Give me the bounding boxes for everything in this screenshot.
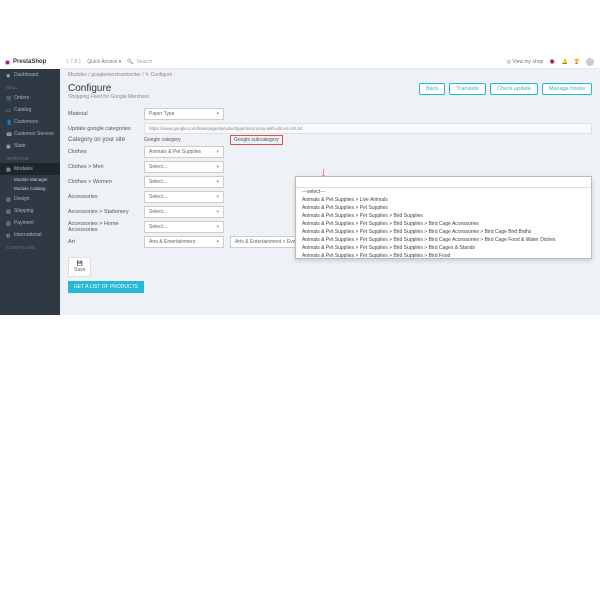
headset-icon: ☎ [6, 132, 11, 137]
breadcrumb: Modules / googlemerchantcenter / ✎ Confi… [60, 69, 600, 81]
label-material: Material [68, 111, 138, 117]
label-update-cats: Update google categories [68, 126, 138, 132]
trophy-icon[interactable]: 🏆 [574, 59, 580, 65]
nav-module-manager[interactable]: Module Manager [0, 175, 60, 184]
select-material[interactable]: Paper Type [144, 108, 224, 120]
brush-icon: ▤ [6, 197, 11, 202]
avatar[interactable] [586, 58, 594, 66]
back-button[interactable]: Back [419, 83, 445, 95]
sel-cwomen[interactable]: Select... [144, 176, 224, 188]
sidebar: PrestaShop ◉Dashboard SELL 🛒Orders ▭Cata… [0, 55, 60, 315]
dropdown-list[interactable]: ---select---Animals & Pet Supplies > Liv… [296, 188, 591, 258]
quick-access[interactable]: Quick Access ▾ [87, 59, 121, 65]
prestashop-icon [4, 59, 11, 66]
globe-icon: ◍ [6, 233, 11, 238]
save-button[interactable]: 💾 Save [68, 257, 91, 277]
tag-icon: ▭ [6, 108, 11, 113]
cat-acc-stationery: Accessories > Stationery [68, 209, 138, 215]
cat-accessories: Accessories [68, 194, 138, 200]
nav-module-catalog[interactable]: Module Catalog [0, 184, 60, 193]
nav-head-configure: CONFIGURE [0, 241, 60, 252]
get-products-button[interactable]: GET A LIST OF PRODUCTS [68, 281, 144, 293]
nav-dashboard[interactable]: ◉Dashboard [0, 69, 60, 81]
search-input[interactable]: 🔍Search [127, 59, 247, 65]
cart-icon: 🛒 [6, 96, 11, 101]
cat-clothes-men: Clothes > Men [68, 164, 138, 170]
dropdown-option[interactable]: Animals & Pet Supplies > Pet Supplies > … [296, 212, 591, 220]
manage-hooks-button[interactable]: Manage hooks [542, 83, 592, 95]
puzzle-icon: ▦ [6, 167, 11, 172]
col-google-category: Google category [144, 137, 224, 143]
sel-art[interactable]: Arts & Entertainment [144, 236, 224, 248]
col-google-subcategory: Google subcategory [230, 135, 283, 145]
view-shop-link[interactable]: ◎ View my shop [506, 59, 543, 65]
dropdown-option[interactable]: ---select--- [296, 188, 591, 196]
nav-intl[interactable]: ◍International [0, 229, 60, 241]
nav-catalog[interactable]: ▭Catalog [0, 104, 60, 116]
nav-stats[interactable]: ▣Stats [0, 140, 60, 152]
nav-head-sell: SELL [0, 81, 60, 92]
sel-acchome[interactable]: Select... [144, 221, 224, 233]
dropdown-option[interactable]: Animals & Pet Supplies > Pet Supplies > … [296, 252, 591, 258]
dropdown-option[interactable]: Animals & Pet Supplies > Pet Supplies > … [296, 236, 591, 244]
nav-head-improve: IMPROVE [0, 152, 60, 163]
nav-design[interactable]: ▤Design [0, 193, 60, 205]
page-subtitle: Shopping Feed for Google Merchant [68, 94, 149, 100]
nav-payment[interactable]: ▥Payment [0, 217, 60, 229]
card-icon: ▥ [6, 221, 11, 226]
version: 1.7.8.1 [66, 59, 81, 65]
sel-acc[interactable]: Select... [144, 191, 224, 203]
user-icon: 👤 [6, 120, 11, 125]
logo: PrestaShop [0, 55, 60, 69]
dropdown-option[interactable]: Animals & Pet Supplies > Pet Supplies > … [296, 220, 591, 228]
nav-cservice[interactable]: ☎Customer Service [0, 128, 60, 140]
col-category-site: Category on your site [68, 137, 138, 143]
cat-acc-home: Accessories > Home Accessories [68, 221, 138, 233]
nav-orders[interactable]: 🛒Orders [0, 92, 60, 104]
cat-art: Art [68, 239, 138, 245]
translate-button[interactable]: Translate [449, 83, 486, 95]
nav-shipping[interactable]: ▧Shipping [0, 205, 60, 217]
sel-cmen[interactable]: Select... [144, 161, 224, 173]
cat-clothes-women: Clothes > Women [68, 179, 138, 185]
subcategory-dropdown[interactable]: ---select---Animals & Pet Supplies > Liv… [295, 176, 592, 259]
page-title: Configure [68, 83, 149, 94]
dropdown-option[interactable]: Animals & Pet Supplies > Pet Supplies > … [296, 244, 591, 252]
truck-icon: ▧ [6, 209, 11, 214]
sel-accstat[interactable]: Select... [144, 206, 224, 218]
debug-icon[interactable]: 🐞 [549, 59, 555, 65]
dropdown-option[interactable]: Animals & Pet Supplies > Pet Supplies [296, 204, 591, 212]
page-header: Configure Shopping Feed for Google Merch… [60, 81, 600, 104]
nav-modules[interactable]: ▦Modules [0, 163, 60, 175]
gauge-icon: ◉ [6, 73, 11, 78]
check-update-button[interactable]: Check update [490, 83, 538, 95]
sel-clothes[interactable]: Animals & Pet Supplies [144, 146, 224, 158]
search-icon: 🔍 [127, 59, 133, 65]
dropdown-search[interactable] [296, 177, 591, 188]
url-box: https://www.google.com/basepages/product… [144, 123, 592, 134]
topbar: 1.7.8.1 Quick Access ▾ 🔍Search ◎ View my… [60, 55, 600, 69]
dropdown-option[interactable]: Animals & Pet Supplies > Live Animals [296, 196, 591, 204]
nav-customers[interactable]: 👤Customers [0, 116, 60, 128]
bell-icon[interactable]: 🔔 [562, 59, 568, 65]
dropdown-option[interactable]: Animals & Pet Supplies > Pet Supplies > … [296, 228, 591, 236]
chart-icon: ▣ [6, 144, 11, 149]
cat-clothes: Clothes [68, 149, 138, 155]
main: 1.7.8.1 Quick Access ▾ 🔍Search ◎ View my… [60, 55, 600, 315]
